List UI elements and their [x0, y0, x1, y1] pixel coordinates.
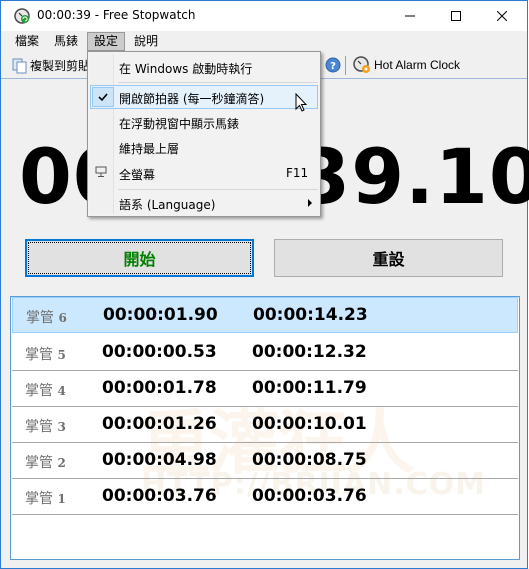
focus-rectangle: [28, 242, 251, 274]
help-button[interactable]: ?: [325, 57, 341, 76]
menu-separator: [118, 189, 318, 190]
copy-to-clipboard-button[interactable]: 複製到剪貼: [12, 57, 90, 74]
lap-total-time: 00:00:08.75: [252, 450, 367, 470]
start-button[interactable]: 開始: [25, 239, 254, 277]
lap-split-time: 00:00:01.26: [102, 414, 217, 434]
title-bar[interactable]: 00:00:39 - Free Stopwatch: [1, 1, 527, 31]
lap-total-time: 00:00:14.23: [253, 305, 368, 325]
menu-help[interactable]: 說明: [128, 32, 164, 51]
menu-stopwatch[interactable]: 馬錶: [48, 32, 84, 51]
menu-item-language[interactable]: 語系 (Language): [90, 191, 318, 215]
lap-row[interactable]: 掌管 6 00:00:01.90 00:00:14.23: [12, 297, 518, 333]
maximize-icon: [451, 11, 461, 21]
copy-label: 複製到剪貼: [30, 59, 91, 73]
close-icon: [497, 11, 507, 21]
lap-total-time: 00:00:11.79: [252, 378, 367, 398]
laps-list[interactable]: 重灌狂人 HTTP://BRIIAN.COM 掌管 6 00:00:01.90 …: [10, 296, 520, 560]
lap-total-time: 00:00:03.76: [252, 486, 367, 506]
alarm-clock-icon: [353, 56, 370, 73]
checkmark-icon: [98, 93, 108, 102]
lap-total-time: 00:00:10.01: [252, 414, 367, 434]
lap-label: 掌管 5: [25, 347, 66, 363]
lap-row[interactable]: 掌管 3 00:00:01.26 00:00:10.01: [12, 407, 518, 443]
lap-split-time: 00:00:01.90: [103, 305, 218, 325]
menu-file[interactable]: 檔案: [9, 32, 45, 51]
lap-split-time: 00:00:00.53: [102, 342, 217, 362]
checkmark-box: [92, 87, 114, 107]
lap-label: 掌管 2: [25, 455, 66, 471]
window-title: 00:00:39 - Free Stopwatch: [37, 8, 196, 22]
copy-icon: [12, 58, 27, 73]
close-button[interactable]: [479, 1, 525, 31]
reset-button[interactable]: 重設: [274, 239, 503, 277]
lap-label: 掌管 4: [25, 383, 66, 399]
menu-item-fullscreen[interactable]: 全螢幕 F11: [90, 161, 318, 185]
alarm-label: Hot Alarm Clock: [374, 58, 461, 72]
reset-label: 重設: [372, 250, 405, 269]
menu-item-run-at-startup[interactable]: 在 Windows 啟動時執行: [90, 55, 318, 79]
fullscreen-icon: [95, 166, 107, 177]
hot-alarm-clock-button[interactable]: Hot Alarm Clock: [353, 56, 460, 74]
lap-row[interactable]: 掌管 2 00:00:04.98 00:00:08.75: [12, 443, 518, 479]
lap-row[interactable]: 掌管 1 00:00:03.76 00:00:03.76: [12, 479, 518, 515]
stopwatch-app-icon: [14, 8, 30, 24]
lap-label: 掌管 3: [25, 419, 66, 435]
submenu-arrow-icon: [308, 199, 312, 207]
toolbar-separator: [345, 56, 346, 75]
lap-label: 掌管 6: [26, 310, 67, 326]
stopwatch-window: 00:00:39 - Free Stopwatch 檔案 馬錶 設定 說明 複製…: [0, 0, 529, 569]
minimize-button[interactable]: [387, 1, 433, 31]
menu-item-metronome[interactable]: 開啟節拍器 (每一秒鐘滴答): [90, 85, 318, 109]
svg-text:?: ?: [330, 61, 336, 72]
menu-settings[interactable]: 設定: [87, 32, 126, 51]
menu-item-always-on-top[interactable]: 維持最上層: [90, 135, 318, 159]
lap-split-time: 00:00:01.78: [102, 378, 217, 398]
help-icon: ?: [325, 57, 341, 73]
settings-dropdown-menu: 在 Windows 啟動時執行 開啟節拍器 (每一秒鐘滴答) 在浮動視窗中顯示馬…: [87, 51, 321, 217]
lap-split-time: 00:00:04.98: [102, 450, 217, 470]
minimize-icon: [405, 15, 415, 17]
maximize-button[interactable]: [433, 1, 479, 31]
menu-separator: [118, 82, 318, 83]
shortcut-f11: F11: [286, 166, 309, 180]
menu-item-floating-window[interactable]: 在浮動視窗中顯示馬錶: [90, 110, 318, 134]
lap-row[interactable]: 掌管 5 00:00:00.53 00:00:12.32: [12, 335, 518, 371]
lap-label: 掌管 1: [25, 491, 66, 507]
menu-bar: 檔案 馬錶 設定 說明: [1, 31, 527, 51]
lap-split-time: 00:00:03.76: [102, 486, 217, 506]
lap-total-time: 00:00:12.32: [252, 342, 367, 362]
lap-row[interactable]: 掌管 4 00:00:01.78 00:00:11.79: [12, 371, 518, 407]
mouse-cursor-icon: [295, 93, 308, 112]
